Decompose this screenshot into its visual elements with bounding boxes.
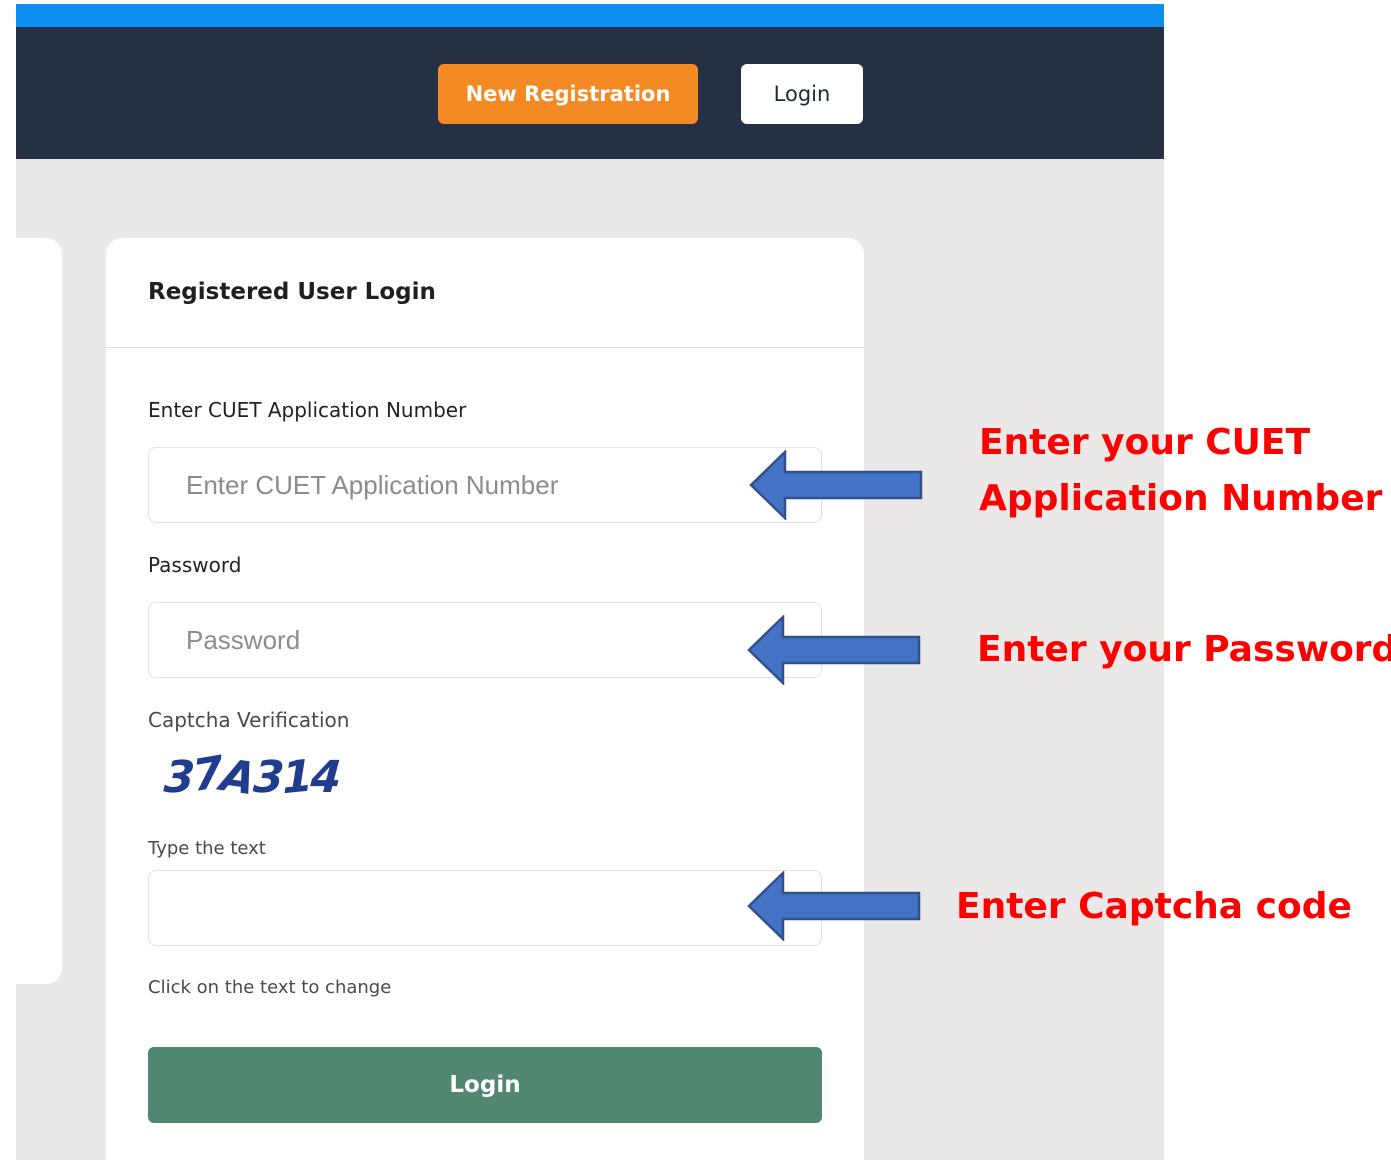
captcha-refresh-hint: Click on the text to change bbox=[148, 977, 392, 998]
new-registration-button[interactable]: New Registration bbox=[438, 64, 698, 124]
login-card: Registered User Login Enter CUET Applica… bbox=[106, 238, 864, 1160]
callout-application-number: Enter your CUET Application Number bbox=[979, 415, 1382, 527]
callout-password: Enter your Password bbox=[977, 629, 1391, 670]
arrow-left-icon bbox=[747, 871, 921, 941]
captcha-image[interactable]: 37A314 bbox=[162, 747, 342, 808]
captcha-input[interactable] bbox=[148, 870, 822, 946]
captcha-char: 4 bbox=[308, 752, 342, 803]
callout-line: Enter your CUET bbox=[979, 422, 1311, 463]
side-info-card bbox=[16, 238, 62, 984]
portal-screenshot: New Registration Login Registered User L… bbox=[16, 4, 1164, 1160]
captcha-type-label: Type the text bbox=[148, 838, 266, 859]
captcha-verification-label: Captcha Verification bbox=[148, 708, 350, 732]
callout-captcha: Enter Captcha code bbox=[956, 886, 1352, 927]
callout-line: Application Number bbox=[979, 478, 1383, 519]
top-navbar: New Registration Login bbox=[16, 27, 1164, 159]
arrow-left-icon bbox=[747, 615, 921, 685]
login-submit-button[interactable]: Login bbox=[148, 1047, 822, 1123]
password-input[interactable] bbox=[148, 602, 822, 678]
application-number-label: Enter CUET Application Number bbox=[148, 398, 467, 422]
arrow-left-icon bbox=[749, 450, 923, 520]
application-number-input[interactable] bbox=[148, 447, 822, 523]
captcha-char: 1 bbox=[281, 750, 312, 805]
page-title: Registered User Login bbox=[148, 279, 436, 305]
nav-login-button[interactable]: Login bbox=[741, 64, 863, 124]
password-label: Password bbox=[148, 553, 242, 577]
top-accent-stripe bbox=[16, 4, 1164, 27]
captcha-char: 3 bbox=[162, 752, 195, 803]
login-card-header: Registered User Login bbox=[106, 238, 864, 348]
